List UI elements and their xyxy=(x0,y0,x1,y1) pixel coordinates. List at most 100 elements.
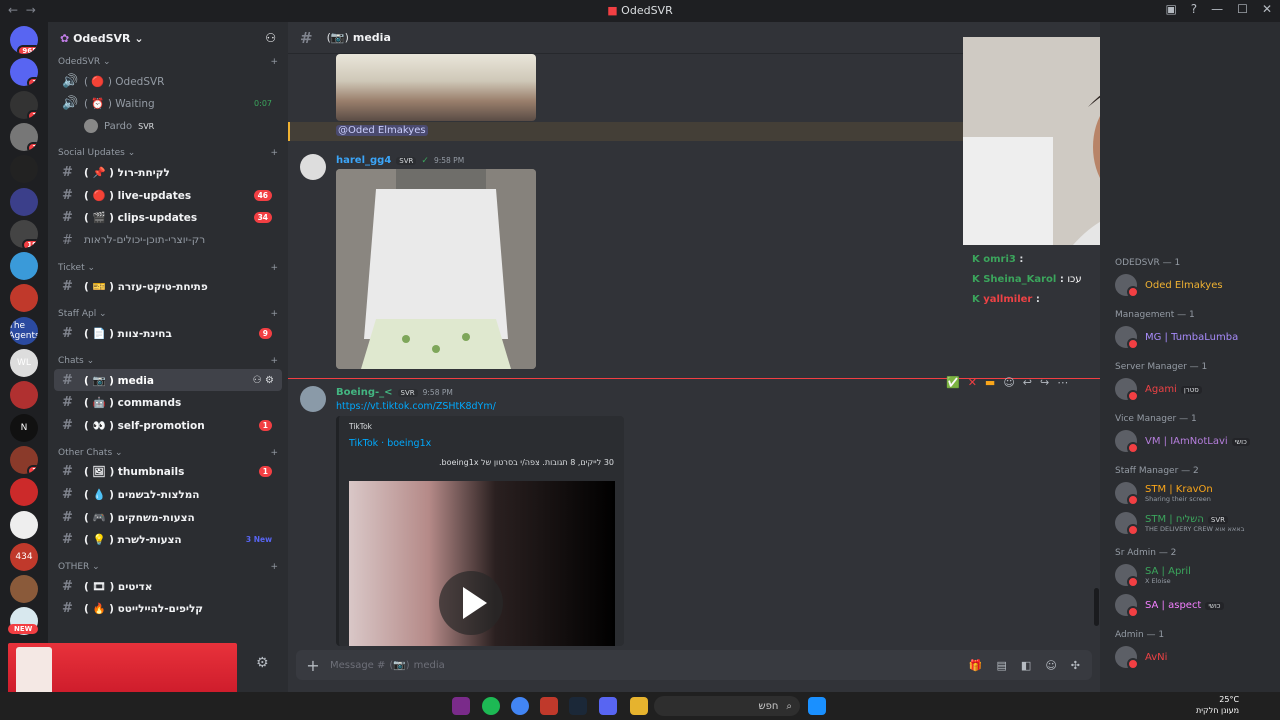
channel-item[interactable]: # ( 🎞 ) אדיטים xyxy=(54,575,282,598)
discord-icon[interactable] xyxy=(599,697,617,715)
category-header[interactable]: Other Chats ⌄ + xyxy=(48,445,288,461)
channel-item[interactable]: # ( 🎬 ) clips-updates 34 xyxy=(54,206,282,229)
channel-item[interactable]: # ( 🔥 ) קליפים-להיילייטס xyxy=(54,598,282,621)
chrome-icon[interactable] xyxy=(511,697,529,715)
weather-widget[interactable]: 25°C מעונן חלקית xyxy=(1196,694,1239,716)
server-icon[interactable] xyxy=(10,510,38,539)
server-icon[interactable] xyxy=(10,187,38,216)
member-item[interactable]: Oded Elmakyes xyxy=(1100,270,1280,300)
server-icon[interactable] xyxy=(10,155,38,184)
channel-item[interactable]: # ( 🖼 ) thumbnails 1 xyxy=(54,461,282,484)
message-composer[interactable]: + Message # (📷) media 🎁 ▤ ◧ ☺ ✣ xyxy=(296,650,1092,680)
member-item[interactable]: STM | KravOn Sharing their screen xyxy=(1100,478,1280,508)
attach-icon[interactable]: + xyxy=(296,656,330,675)
stream-chat-line: K yallmiler : xyxy=(972,294,1040,305)
member-item[interactable]: MG | TumbaLumba xyxy=(1100,322,1280,352)
gift-icon[interactable]: 🎁 xyxy=(969,659,983,672)
file-explorer-icon[interactable] xyxy=(630,697,648,715)
reply-icon[interactable]: ↩ xyxy=(1023,376,1032,389)
add-reaction-icon[interactable]: ☺ xyxy=(1003,376,1014,389)
emoji-icon[interactable]: ☺ xyxy=(1045,659,1056,672)
member-item[interactable]: SA | aspect כושי xyxy=(1100,590,1280,620)
category-header[interactable]: Chats ⌄ + xyxy=(48,353,288,369)
attachment-image-2[interactable] xyxy=(336,169,536,369)
mention[interactable]: @Oded Elmakyes xyxy=(336,125,428,136)
server-icon[interactable]: 965 xyxy=(10,26,38,54)
member-item[interactable]: VM | IAmNotLavi כושי xyxy=(1100,426,1280,456)
server-icon[interactable]: N xyxy=(10,413,38,442)
member-item[interactable]: Agami סטרן xyxy=(1100,374,1280,404)
server-icon[interactable]: 19 xyxy=(10,219,38,248)
timestamp: 9:58 PM xyxy=(433,156,465,165)
channel-label: ( 📷 ) media xyxy=(84,374,154,387)
server-icon[interactable]: 3 xyxy=(10,445,38,474)
attachment-image-1[interactable] xyxy=(336,54,536,121)
server-icon[interactable]: 434 xyxy=(10,542,38,571)
windows-start-icon[interactable] xyxy=(808,697,826,715)
category-header[interactable]: Staff Apl ⌄ + xyxy=(48,306,288,322)
hash-icon: # xyxy=(62,601,73,617)
channel-item[interactable]: # ( 🤖 ) commands xyxy=(54,391,282,414)
channel-item[interactable]: # ( 💧 ) המלצות-לבשמים xyxy=(54,483,282,506)
category-header[interactable]: Ticket ⌄ + xyxy=(48,260,288,276)
member-group-header: Vice Manager — 1 xyxy=(1115,414,1197,424)
more-icon[interactable]: ⋯ xyxy=(1057,376,1068,389)
member-role-tag: כושי xyxy=(1231,437,1250,446)
server-icon[interactable]: 1 xyxy=(10,122,38,151)
message-username[interactable]: harel_gg4 xyxy=(336,155,391,166)
server-icon[interactable]: 1 xyxy=(10,58,38,87)
member-item[interactable]: SA | April X Eloise xyxy=(1100,560,1280,590)
taskbar-app-icon[interactable] xyxy=(540,697,558,715)
channel-item[interactable]: # רק-יוצרי-תוכן-יכולים-לראות xyxy=(54,229,282,252)
channel-item[interactable]: # ( 🎫 ) פתיחת-טיקט-עזרה xyxy=(54,276,282,299)
avatar[interactable] xyxy=(300,386,326,412)
server-header[interactable]: ✿ OdedSVR ⌄ ⚇ xyxy=(48,22,288,54)
channel-settings-icon[interactable]: ⚇ ⚙ xyxy=(253,375,274,386)
forward-icon[interactable]: ↪ xyxy=(1040,376,1049,389)
scrollbar[interactable] xyxy=(1094,588,1099,626)
server-icon[interactable]: WL xyxy=(10,349,38,377)
server-icon[interactable] xyxy=(10,284,38,313)
category-voice[interactable]: OdedSVR ⌄ + xyxy=(48,54,288,70)
server-icon[interactable] xyxy=(10,478,38,507)
taskbar-app-icon[interactable] xyxy=(452,697,470,715)
taskbar-search[interactable]: חפש ⌕ xyxy=(654,696,800,716)
server-icon[interactable]: 1 xyxy=(10,90,38,119)
member-item[interactable]: AvNi xyxy=(1100,642,1280,672)
avatar[interactable] xyxy=(300,154,326,180)
settings-icon[interactable]: ⚙ xyxy=(256,655,269,671)
x-reaction-icon[interactable]: ✕ xyxy=(968,376,977,389)
sticker-icon[interactable]: ◧ xyxy=(1021,659,1031,672)
steam-icon[interactable] xyxy=(569,697,587,715)
check-reaction-icon[interactable]: ✅ xyxy=(946,376,960,389)
voice-channel[interactable]: 🔊 ( 🔴 ) OdedSVR xyxy=(54,70,282,93)
apps-icon[interactable]: ✣ xyxy=(1071,659,1080,672)
member-item[interactable]: STM | השליח SVR THE DELIVERY CREW באאא אוא xyxy=(1100,508,1280,538)
voice-user[interactable]: Pardo SVR xyxy=(48,115,288,137)
rainbow-flag-icon[interactable]: ▬ xyxy=(985,376,995,389)
channel-item[interactable]: # ( 💡 ) הצעות-לשרת 3 New xyxy=(54,528,282,551)
server-icon[interactable] xyxy=(10,252,38,281)
window-controls[interactable]: ▣? — ☐ ✕ xyxy=(1165,2,1272,16)
server-icon[interactable]: The Agents xyxy=(10,316,38,345)
category-header[interactable]: OTHER ⌄ + xyxy=(48,559,288,575)
channel-item[interactable]: # ( 📌 ) לקיחת-רול xyxy=(54,161,282,184)
embed-title[interactable]: TikTok · boeing1x xyxy=(349,438,431,449)
voice-channel[interactable]: 🔊 ( ⏰ ) Waiting 0:07 xyxy=(54,93,282,116)
play-button[interactable] xyxy=(439,571,503,635)
gif-icon[interactable]: ▤ xyxy=(997,659,1007,672)
channel-item[interactable]: # ( 📄 ) בחינת-צוות 9 xyxy=(54,322,282,345)
channel-item[interactable]: # ( 🔴 ) live-updates 46 xyxy=(54,184,282,207)
message-link[interactable]: https://vt.tiktok.com/ZSHtK8dYm/ xyxy=(336,401,496,412)
spotify-icon[interactable] xyxy=(482,697,500,715)
message-username[interactable]: Boeing-_< xyxy=(336,387,393,398)
embed-video[interactable] xyxy=(349,481,615,646)
channel-item[interactable]: # ( 👀 ) self-promotion 1 xyxy=(54,414,282,437)
server-icon[interactable] xyxy=(10,575,38,604)
add-friend-icon[interactable]: ⚇ xyxy=(265,31,276,45)
category-header[interactable]: Social Updates ⌄ + xyxy=(48,145,288,161)
server-icon[interactable] xyxy=(10,381,38,410)
voice-timer: 0:07 xyxy=(254,99,272,109)
channel-item[interactable]: # ( 🎮 ) הצעות-משחקים xyxy=(54,506,282,529)
channel-item[interactable]: # ( 📷 ) media ⚇ ⚙ xyxy=(54,368,282,392)
